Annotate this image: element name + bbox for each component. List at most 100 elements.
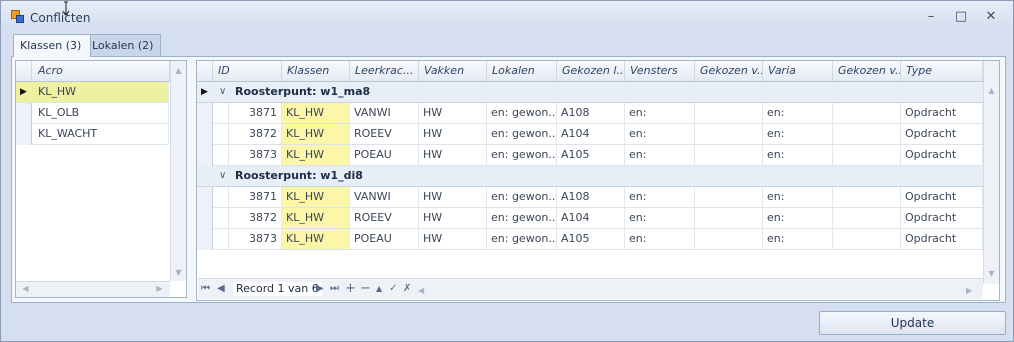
table-row[interactable]: 3873 KL_HW POEAU HW en: gewon... A105 en: en: Op… [213,145,983,166]
collapse-group-chevron-icon[interactable]: ∨ [219,82,226,102]
append-record-icon[interactable]: + [345,281,356,297]
cell-lokalen[interactable]: en: gewon... [487,187,557,207]
cell-vensters[interactable]: en: [625,145,695,165]
collapse-group-chevron-icon[interactable]: ∨ [219,166,226,186]
column-header-acro[interactable]: Acro [32,61,170,81]
tab-lokalen[interactable]: Lokalen (2) [85,34,161,56]
delete-record-icon[interactable]: − [360,281,371,297]
cell-gekozen-lokalen[interactable]: A105 [557,145,625,165]
cell-vakken[interactable]: HW [419,229,487,249]
first-record-icon[interactable]: ⏮ [201,281,210,297]
close-button[interactable]: ✕ [981,9,1001,25]
cell-leerkracht[interactable]: ROEEV [350,124,419,144]
table-row[interactable]: 3873 KL_HW POEAU HW en: gewon... A105 en: en: Op… [213,229,983,250]
table-row[interactable]: 3872 KL_HW ROEEV HW en: gewon... A104 en: en: Op… [213,124,983,145]
column-header-gekozen-varia[interactable]: Gekozen v... [833,61,901,81]
cell-gekozen-lokalen[interactable]: A105 [557,229,625,249]
scroll-down-icon[interactable]: ▼ [171,268,186,277]
cell-id[interactable]: 3871 [229,187,282,207]
cell-leerkracht[interactable]: POEAU [350,145,419,165]
table-row[interactable]: 3872 KL_HW ROEEV HW en: gewon... A104 en: en: Op… [213,208,983,229]
cell-gekozen-lokalen[interactable]: A104 [557,124,625,144]
column-header-gekozen-vensters[interactable]: Gekozen v... [695,61,763,81]
cell-gekozen-vensters[interactable] [695,124,763,144]
cell-vensters[interactable]: en: [625,124,695,144]
list-item[interactable]: KL_OLB [32,103,169,124]
cell-klassen[interactable]: KL_HW [282,208,350,228]
cell-gekozen-varia[interactable] [833,124,901,144]
cell-id[interactable]: 3873 [229,229,282,249]
scroll-right-icon[interactable]: ▶ [966,283,972,299]
cell-type[interactable]: Opdracht [901,229,983,249]
cell-gekozen-vensters[interactable] [695,103,763,123]
cell-lokalen[interactable]: en: gewon... [487,103,557,123]
cell-klassen[interactable]: KL_HW [282,103,350,123]
cell-gekozen-lokalen[interactable]: A108 [557,187,625,207]
cell-id[interactable]: 3873 [229,145,282,165]
cell-leerkracht[interactable]: POEAU [350,229,419,249]
table-row[interactable]: 3871 KL_HW VANWI HW en: gewon... A108 en: en: Op… [213,103,983,124]
cell-id[interactable]: 3871 [229,103,282,123]
cell-lokalen[interactable]: en: gewon... [487,229,557,249]
cell-id[interactable]: 3872 [229,208,282,228]
cell-id[interactable]: 3872 [229,124,282,144]
cell-gekozen-lokalen[interactable]: A108 [557,103,625,123]
acro-cell[interactable]: KL_WACHT [32,124,169,144]
cell-varia[interactable]: en: [763,208,833,228]
cell-lokalen[interactable]: en: gewon... [487,208,557,228]
column-header-gekozen-lokalen[interactable]: Gekozen l... [557,61,625,81]
cell-klassen[interactable]: KL_HW [282,145,350,165]
cell-varia[interactable]: en: [763,103,833,123]
previous-record-icon[interactable]: ◀ [217,281,225,297]
cell-varia[interactable]: en: [763,229,833,249]
cell-gekozen-vensters[interactable] [695,208,763,228]
cancel-edit-icon[interactable]: ✗ [403,281,411,297]
cell-leerkracht[interactable]: ROEEV [350,208,419,228]
acro-cell[interactable]: KL_HW [32,82,169,102]
cell-type[interactable]: Opdracht [901,103,983,123]
cell-lokalen[interactable]: en: gewon... [487,124,557,144]
scroll-up-icon[interactable]: ▲ [984,86,999,95]
acro-cell[interactable]: KL_OLB [32,103,169,123]
cell-vensters[interactable]: en: [625,229,695,249]
cell-gekozen-varia[interactable] [833,229,901,249]
column-header-vakken[interactable]: Vakken [419,61,487,81]
horizontal-scrollbar[interactable]: ◀ ▶ [16,281,170,297]
scroll-left-icon[interactable]: ◀ [18,284,33,293]
group-row[interactable]: ∨ Roosterpunt: w1_ma8 ▶ [197,82,983,103]
next-record-icon[interactable]: ▶ [316,281,324,297]
edit-record-icon[interactable]: ▲ [376,281,382,297]
cell-type[interactable]: Opdracht [901,145,983,165]
minimize-button[interactable]: – [921,9,941,25]
cell-type[interactable]: Opdracht [901,208,983,228]
scroll-down-icon[interactable]: ▼ [984,269,999,278]
cell-gekozen-lokalen[interactable]: A104 [557,208,625,228]
cell-gekozen-vensters[interactable] [695,145,763,165]
cell-gekozen-vensters[interactable] [695,229,763,249]
vertical-scrollbar[interactable]: ▲ ▼ [983,61,999,284]
cell-varia[interactable]: en: [763,124,833,144]
cell-vakken[interactable]: HW [419,187,487,207]
cell-leerkracht[interactable]: VANWI [350,103,419,123]
cell-vakken[interactable]: HW [419,124,487,144]
cell-gekozen-varia[interactable] [833,103,901,123]
cell-varia[interactable]: en: [763,145,833,165]
cell-vensters[interactable]: en: [625,208,695,228]
cell-vensters[interactable]: en: [625,103,695,123]
list-item[interactable]: ▶ KL_HW [16,82,169,103]
column-header-lokalen[interactable]: Lokalen [487,61,557,81]
cell-varia[interactable]: en: [763,187,833,207]
cell-klassen[interactable]: KL_HW [282,187,350,207]
update-button[interactable]: Update [819,311,1006,335]
column-header-vensters[interactable]: Vensters [625,61,695,81]
last-record-icon[interactable]: ⏭ [330,281,339,297]
scroll-left-icon[interactable]: ◀ [418,283,424,299]
cell-vakken[interactable]: HW [419,145,487,165]
cell-leerkracht[interactable]: VANWI [350,187,419,207]
table-row[interactable]: 3871 KL_HW VANWI HW en: gewon... A108 en: en: Op… [213,187,983,208]
scroll-right-icon[interactable]: ▶ [152,284,167,293]
group-row[interactable]: ∨ Roosterpunt: w1_di8 [197,166,983,187]
tab-klassen[interactable]: Klassen (3) [13,34,91,57]
cell-gekozen-varia[interactable] [833,208,901,228]
cell-gekozen-varia[interactable] [833,187,901,207]
